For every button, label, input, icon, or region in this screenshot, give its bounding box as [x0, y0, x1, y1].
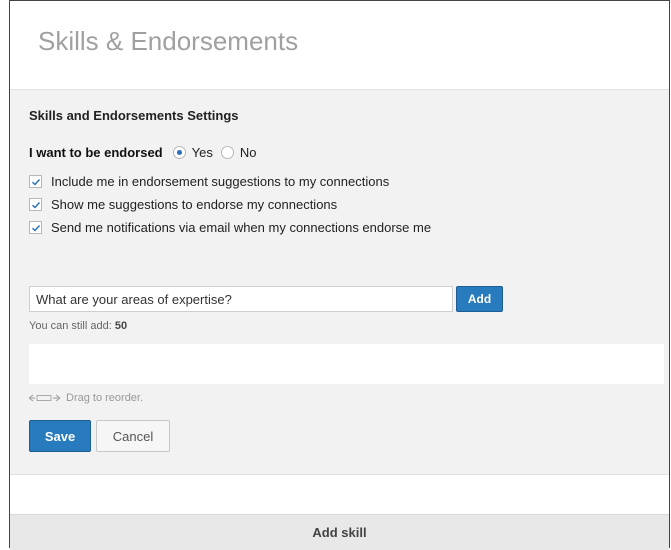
panel-header: Skills & Endorsements	[10, 1, 669, 90]
endorse-label: I want to be endorsed	[29, 144, 163, 160]
drag-hint-text: Drag to reorder.	[66, 392, 144, 404]
skill-search-input[interactable]	[29, 286, 453, 312]
skills-list[interactable]	[29, 344, 664, 384]
endorse-no-radio[interactable]	[220, 145, 234, 159]
settings-title: Skills and Endorsements Settings	[29, 108, 239, 123]
checkmark-icon	[32, 201, 41, 208]
show-suggestions-label: Show me suggestions to endorse my connec…	[51, 196, 338, 212]
drag-hint: Drag to reorder.	[29, 392, 143, 404]
checkbox-row-email[interactable]: Send me notifications via email when my …	[29, 218, 431, 236]
checkbox-row-suggestions[interactable]: Include me in endorsement suggestions to…	[29, 172, 389, 190]
remaining-skills-text: You can still add: 50	[29, 320, 127, 332]
add-skill-button[interactable]: Add	[456, 286, 503, 312]
show-suggestions-checkbox[interactable]	[29, 197, 42, 211]
endorse-toggle-row: I want to be endorsed Yes No	[29, 143, 264, 161]
drag-arrows-icon	[29, 394, 61, 402]
add-skill-bar[interactable]: Add skill	[10, 514, 669, 550]
endorse-no-label[interactable]: No	[240, 145, 257, 160]
skills-endorsements-panel: Skills & Endorsements Skills and Endorse…	[9, 0, 670, 550]
save-button[interactable]: Save	[29, 420, 91, 452]
settings-section: Skills and Endorsements Settings I want …	[10, 90, 669, 475]
include-suggestions-label: Include me in endorsement suggestions to…	[51, 173, 390, 189]
endorse-yes-radio[interactable]	[172, 145, 186, 159]
email-notifications-label: Send me notifications via email when my …	[51, 219, 432, 235]
page-title: Skills & Endorsements	[38, 26, 299, 56]
add-skill-label: Add skill	[312, 525, 367, 540]
checkbox-row-show-suggestions[interactable]: Show me suggestions to endorse my connec…	[29, 195, 337, 213]
checkmark-icon	[32, 178, 41, 185]
remaining-skills-count: 50	[114, 320, 128, 332]
email-notifications-checkbox[interactable]	[29, 220, 42, 234]
cancel-button[interactable]: Cancel	[96, 420, 170, 452]
endorse-yes-label[interactable]: Yes	[192, 145, 213, 160]
include-suggestions-checkbox[interactable]	[29, 174, 42, 188]
radio-selected-dot	[176, 149, 182, 155]
checkmark-icon	[32, 224, 41, 231]
remaining-skills-prefix: You can still add:	[29, 320, 112, 332]
